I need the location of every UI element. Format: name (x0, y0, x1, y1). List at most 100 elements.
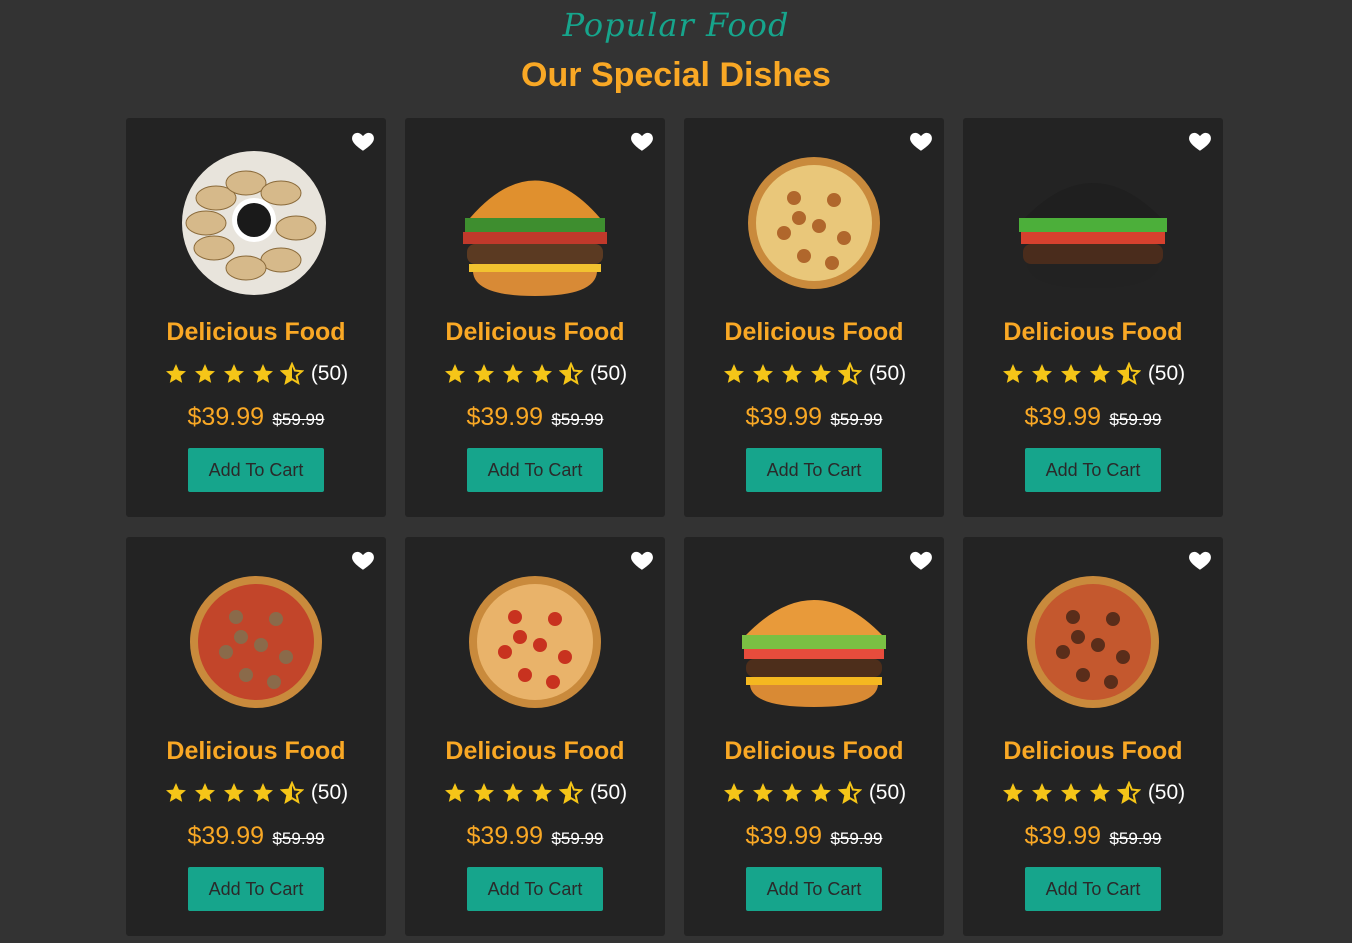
star-icon (1031, 783, 1052, 802)
dish-rating: (50) (126, 781, 386, 805)
heart-icon[interactable] (908, 128, 934, 154)
add-to-cart-button[interactable]: Add To Cart (746, 448, 882, 492)
review-count: (50) (310, 362, 349, 385)
star-icon (810, 364, 831, 383)
dish-name: Delicious Food (1003, 737, 1183, 765)
star-icon (223, 364, 244, 383)
current-price: $39.99 (1024, 403, 1101, 431)
current-price: $39.99 (187, 822, 264, 850)
add-to-cart-button[interactable]: Add To Cart (467, 867, 603, 911)
review-count: (50) (868, 781, 907, 804)
star-icon (781, 783, 802, 802)
dish-image (445, 557, 625, 727)
dish-name: Delicious Food (445, 318, 625, 346)
star-icon (473, 364, 494, 383)
star-icon (752, 364, 773, 383)
star-icon (723, 783, 744, 802)
star-icon (194, 783, 215, 802)
half-star-icon (279, 781, 304, 804)
dish-image (166, 138, 346, 308)
heart-icon[interactable] (629, 128, 655, 154)
star-icon (252, 783, 273, 802)
current-price: $39.99 (466, 403, 543, 431)
dish-image (445, 138, 625, 308)
review-count: (50) (868, 362, 907, 385)
review-count: (50) (1147, 781, 1186, 804)
star-icon (502, 364, 523, 383)
dish-rating: (50) (963, 362, 1223, 386)
dish-name: Delicious Food (724, 318, 904, 346)
half-star-icon (1116, 781, 1141, 804)
star-icon (531, 364, 552, 383)
section-subtitle: Popular Food (562, 6, 790, 44)
star-icon (194, 364, 215, 383)
review-count: (50) (1147, 362, 1186, 385)
current-price: $39.99 (187, 403, 264, 431)
dish-name: Delicious Food (1003, 318, 1183, 346)
old-price: $59.99 (1109, 829, 1162, 848)
review-count: (50) (589, 781, 628, 804)
dish-name: Delicious Food (166, 318, 346, 346)
dish-card: Delicious Food (50) $39.99 $59.99 Add To… (963, 537, 1223, 936)
add-to-cart-button[interactable]: Add To Cart (1025, 448, 1161, 492)
dish-name: Delicious Food (724, 737, 904, 765)
star-icon (810, 783, 831, 802)
add-to-cart-button[interactable]: Add To Cart (188, 448, 324, 492)
heart-icon[interactable] (1187, 128, 1213, 154)
dish-price: $39.99 $59.99 (963, 403, 1223, 432)
star-icon (502, 783, 523, 802)
half-star-icon (837, 362, 862, 385)
add-to-cart-button[interactable]: Add To Cart (467, 448, 603, 492)
old-price: $59.99 (272, 829, 325, 848)
current-price: $39.99 (1024, 822, 1101, 850)
heart-icon[interactable] (350, 547, 376, 573)
star-icon (444, 783, 465, 802)
dish-rating: (50) (963, 781, 1223, 805)
star-icon (1002, 364, 1023, 383)
dish-rating: (50) (126, 362, 386, 386)
dish-card: Delicious Food (50) $39.99 $59.99 Add To… (405, 118, 665, 517)
dish-rating: (50) (405, 362, 665, 386)
dish-price: $39.99 $59.99 (684, 822, 944, 851)
heart-icon[interactable] (908, 547, 934, 573)
add-to-cart-button[interactable]: Add To Cart (1025, 867, 1161, 911)
star-icon (252, 364, 273, 383)
current-price: $39.99 (745, 403, 822, 431)
heart-icon[interactable] (350, 128, 376, 154)
add-to-cart-button[interactable]: Add To Cart (188, 867, 324, 911)
dish-rating: (50) (405, 781, 665, 805)
star-icon (752, 783, 773, 802)
old-price: $59.99 (1109, 410, 1162, 429)
section-title: Our Special Dishes (521, 56, 831, 94)
star-icon (444, 364, 465, 383)
dish-image (1003, 557, 1183, 727)
old-price: $59.99 (830, 829, 883, 848)
dish-name: Delicious Food (445, 737, 625, 765)
heart-icon[interactable] (1187, 547, 1213, 573)
dish-price: $39.99 $59.99 (684, 403, 944, 432)
star-icon (1060, 364, 1081, 383)
dish-rating: (50) (684, 362, 944, 386)
star-icon (781, 364, 802, 383)
review-count: (50) (310, 781, 349, 804)
dish-card: Delicious Food (50) $39.99 $59.99 Add To… (126, 537, 386, 936)
star-icon (473, 783, 494, 802)
half-star-icon (558, 362, 583, 385)
star-icon (1002, 783, 1023, 802)
dish-image (1003, 138, 1183, 308)
star-icon (1031, 364, 1052, 383)
dish-card: Delicious Food (50) $39.99 $59.99 Add To… (126, 118, 386, 517)
add-to-cart-button[interactable]: Add To Cart (746, 867, 882, 911)
heart-icon[interactable] (629, 547, 655, 573)
dish-price: $39.99 $59.99 (963, 822, 1223, 851)
half-star-icon (558, 781, 583, 804)
star-icon (223, 783, 244, 802)
star-icon (165, 364, 186, 383)
dish-name: Delicious Food (166, 737, 346, 765)
star-icon (723, 364, 744, 383)
dish-price: $39.99 $59.99 (126, 822, 386, 851)
star-icon (165, 783, 186, 802)
old-price: $59.99 (830, 410, 883, 429)
current-price: $39.99 (466, 822, 543, 850)
dish-rating: (50) (684, 781, 944, 805)
